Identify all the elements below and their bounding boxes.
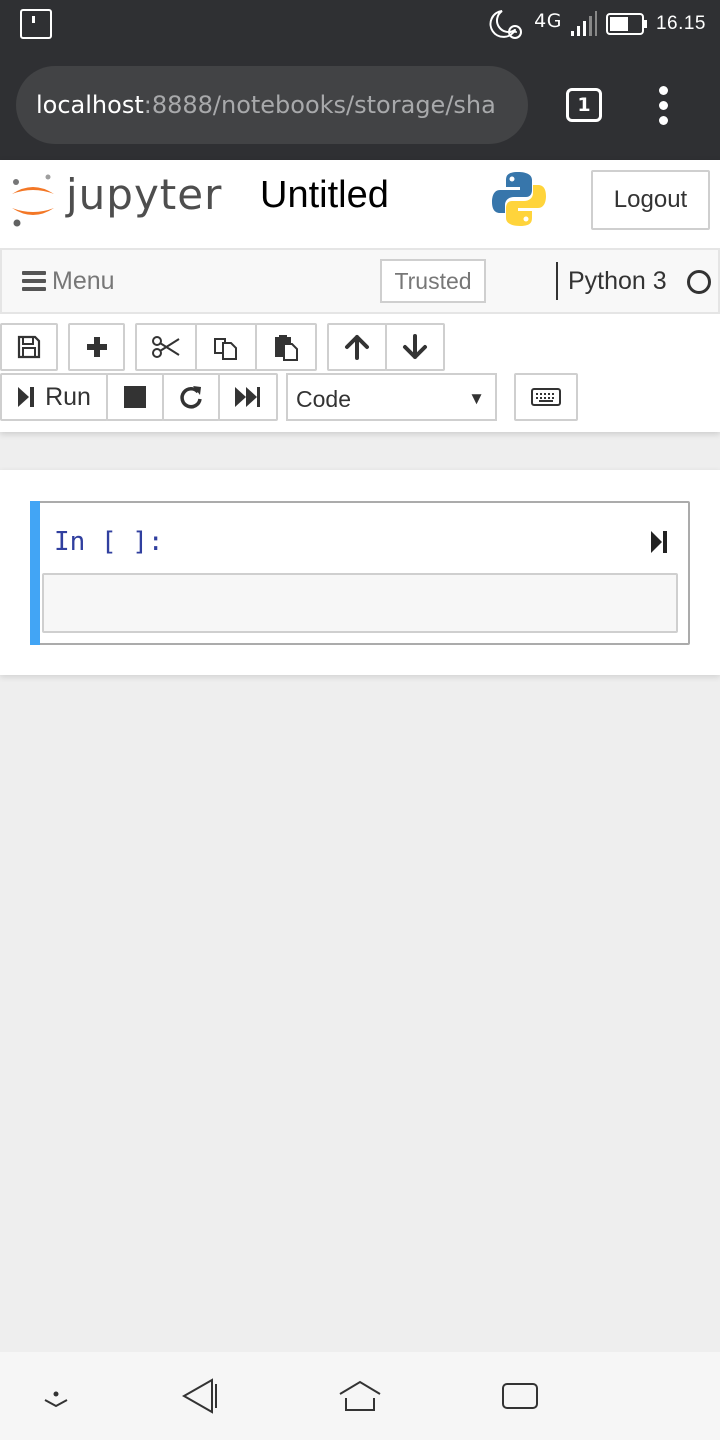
address-bar[interactable]: localhost:8888/notebooks/storage/sha — [16, 66, 528, 144]
back-icon[interactable] — [180, 1378, 220, 1414]
save-icon — [17, 335, 41, 359]
command-palette-button[interactable] — [514, 373, 578, 421]
cell-type-value: Code — [296, 386, 351, 412]
move-cell-up-button[interactable] — [327, 323, 387, 371]
url-host: localhost — [36, 91, 144, 119]
jupyter-header: jupyter Untitled Logout Menu Trusted Pyt… — [0, 160, 720, 432]
notification-icon — [20, 9, 52, 39]
code-input[interactable] — [42, 573, 678, 633]
status-bar: 4G 16.15 — [0, 0, 720, 48]
move-cell-down-button[interactable] — [385, 323, 445, 371]
copy-button[interactable] — [195, 323, 257, 371]
run-icon — [18, 387, 35, 407]
jupyter-logo-icon[interactable] — [8, 172, 58, 230]
trusted-indicator[interactable]: Trusted — [380, 259, 486, 303]
run-button[interactable]: Run — [0, 373, 108, 421]
cut-icon — [152, 336, 180, 358]
insert-cell-button[interactable] — [68, 323, 125, 371]
save-button[interactable] — [0, 323, 58, 371]
copy-icon — [214, 338, 237, 360]
restart-kernel-button[interactable] — [162, 373, 220, 421]
run-all-button[interactable] — [218, 373, 278, 421]
input-prompt: In [ ]: — [54, 527, 164, 557]
keyboard-icon — [531, 388, 561, 406]
kernel-divider — [556, 262, 558, 300]
interrupt-icon — [124, 386, 146, 408]
chevron-down-icon: ▼ — [468, 389, 485, 408]
home-icon[interactable] — [338, 1378, 382, 1414]
paste-icon — [275, 335, 298, 361]
python-logo-icon — [492, 172, 546, 226]
kernel-name: Python 3 — [568, 267, 667, 295]
jupyter-logo-text[interactable]: jupyter — [66, 170, 222, 219]
menu-label: Menu — [52, 266, 115, 295]
run-all-icon — [235, 387, 260, 407]
move-down-icon — [403, 334, 427, 359]
run-label: Run — [45, 382, 91, 411]
paste-button[interactable] — [255, 323, 317, 371]
navigation-bar — [0, 1352, 720, 1440]
notebook-title[interactable]: Untitled — [260, 174, 389, 217]
status-indicators: 4G 16.15 — [488, 8, 706, 40]
run-cell-icon[interactable] — [650, 529, 668, 555]
tab-switcher-icon[interactable]: 1 — [566, 88, 602, 122]
network-type-label: 4G — [534, 10, 562, 32]
menu-toggle-button[interactable]: Menu — [22, 250, 115, 312]
url-path: :8888/notebooks/storage/sha — [143, 91, 496, 119]
move-up-icon — [345, 335, 369, 360]
insert-cell-icon — [86, 337, 107, 357]
cell-selected-bar — [30, 501, 40, 645]
code-cell[interactable]: In [ ]: — [30, 501, 690, 645]
menu-bar: Menu Trusted Python 3 — [0, 248, 720, 314]
overflow-menu-icon[interactable] — [652, 86, 676, 126]
interrupt-kernel-button[interactable] — [106, 373, 164, 421]
logout-button[interactable]: Logout — [591, 170, 710, 230]
signal-icon — [570, 11, 597, 36]
recent-apps-icon[interactable] — [500, 1378, 540, 1414]
kernel-idle-indicator-icon — [687, 270, 711, 294]
clock: 16.15 — [655, 13, 706, 34]
hamburger-icon — [22, 271, 46, 291]
do-not-disturb-moon-icon — [489, 10, 523, 39]
restart-icon — [180, 386, 202, 409]
cell-type-select[interactable]: Code ▼ — [286, 373, 497, 421]
battery-icon — [605, 13, 647, 35]
hide-keyboard-chevron-icon[interactable] — [40, 1378, 72, 1414]
cut-button[interactable] — [135, 323, 197, 371]
notebook-container: In [ ]: — [0, 470, 720, 675]
browser-toolbar: localhost:8888/notebooks/storage/sha 1 — [0, 48, 720, 160]
